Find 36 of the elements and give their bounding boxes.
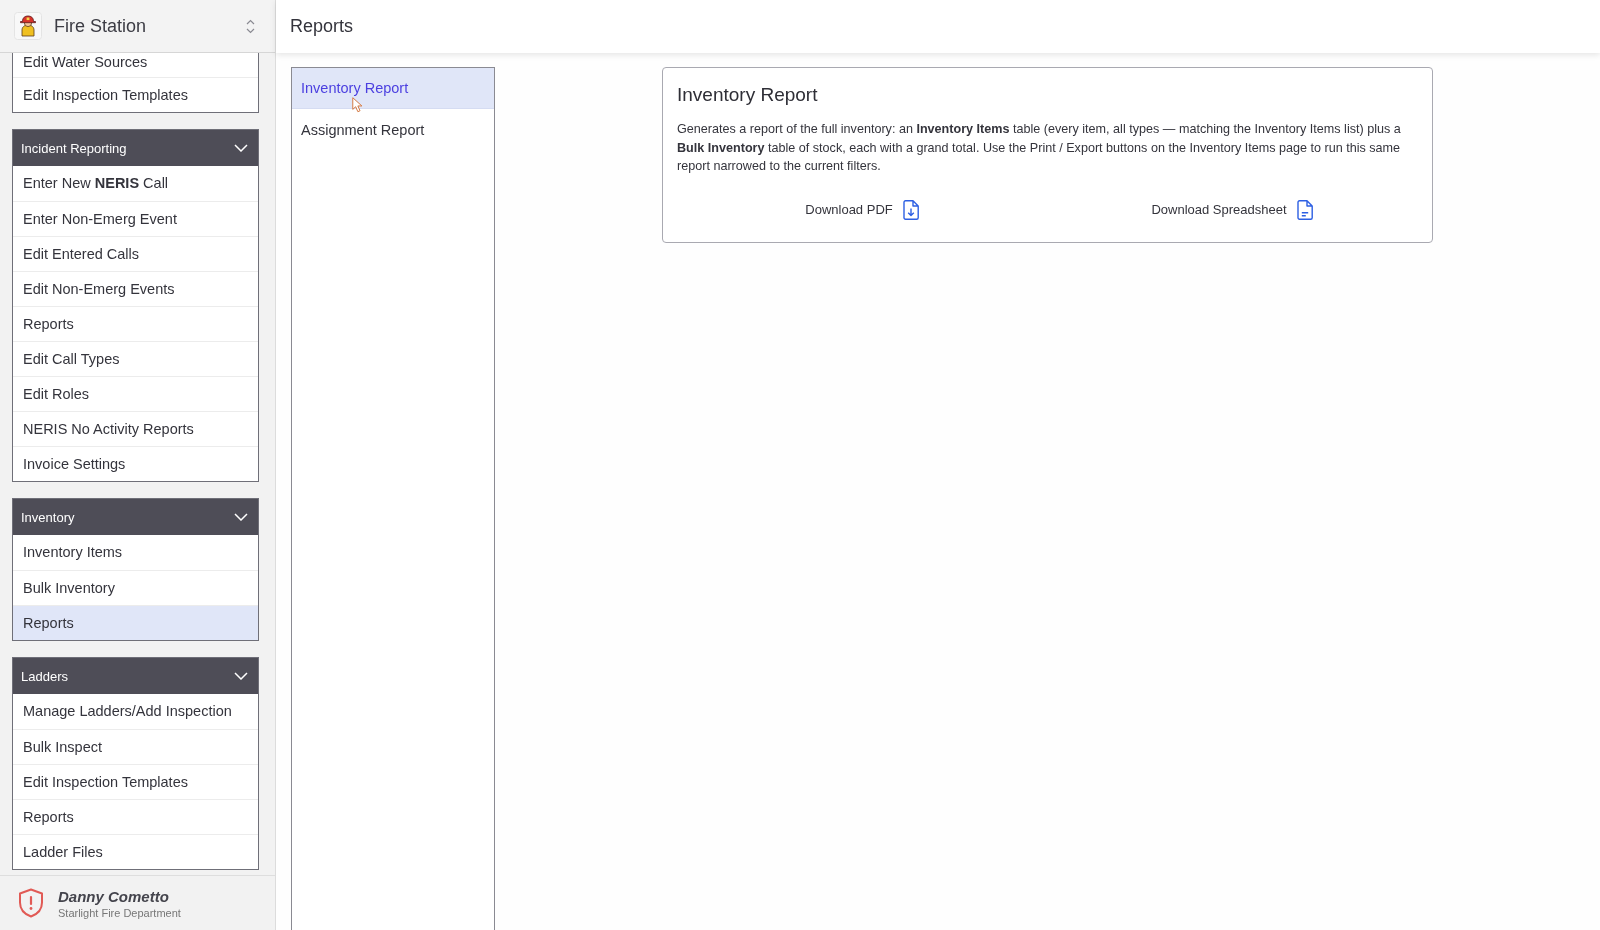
- report-description: Generates a report of the full inventory: an Inventory Items table (every item, all types — matching the Inventory Items list) plus a Bulk Inventory table of stock, each with a grand total. Use the Print / Export buttons on the Inventory Items page to run this same report narrowed to the current filters.: [677, 121, 1402, 175]
- sidebar-item[interactable]: Enter Non-Emerg Event: [13, 201, 258, 236]
- sidebar-item[interactable]: Edit Water Sources: [13, 53, 258, 77]
- organization-name: Starlight Fire Department: [58, 906, 181, 919]
- sidebar-item[interactable]: Bulk Inspect: [13, 729, 258, 764]
- sidebar-item[interactable]: Edit Roles: [13, 376, 258, 411]
- sidebar-item[interactable]: Manage Ladders/Add Inspection: [13, 694, 258, 729]
- sidebar-item[interactable]: Edit Inspection Templates: [13, 77, 258, 112]
- download-spreadsheet-link[interactable]: Download Spreadsheet: [1151, 199, 1313, 220]
- app-title: Fire Station: [54, 15, 148, 37]
- download-pdf-link[interactable]: Download PDF: [805, 199, 919, 220]
- sidebar-item[interactable]: Ladder Files: [13, 834, 258, 869]
- shield-alert-icon: [18, 888, 44, 918]
- report-title: Inventory Report: [677, 84, 819, 106]
- sidebar-item[interactable]: Edit Inspection Templates: [13, 764, 258, 799]
- sidebar-item[interactable]: Reports: [13, 306, 258, 341]
- sidebar-item[interactable]: Edit Entered Calls: [13, 236, 258, 271]
- report-list-item[interactable]: Assignment Report: [292, 109, 494, 150]
- sidebar-item[interactable]: NERIS No Activity Reports: [13, 411, 258, 446]
- file-download-icon: [902, 199, 919, 220]
- user-name: Danny Cometto: [58, 887, 170, 905]
- sidebar-item[interactable]: Reports: [13, 799, 258, 834]
- sidebar-item[interactable]: Edit Call Types: [13, 341, 258, 376]
- section-header[interactable]: Incident Reporting: [13, 130, 258, 166]
- up-down-chevron-icon[interactable]: [246, 18, 255, 34]
- section-header[interactable]: Ladders: [13, 658, 258, 694]
- sidebar-item[interactable]: Reports: [13, 605, 258, 640]
- section-header[interactable]: Inventory: [13, 499, 258, 535]
- sidebar-item[interactable]: Inventory Items: [13, 535, 258, 570]
- page-title: Reports: [290, 16, 354, 37]
- sidebar-item[interactable]: Enter New NERIS Call: [13, 166, 258, 201]
- sidebar-item[interactable]: Edit Non-Emerg Events: [13, 271, 258, 306]
- firefighter-icon: [14, 12, 42, 40]
- sidebar-item[interactable]: Invoice Settings: [13, 446, 258, 481]
- mouse-pointer-icon: [352, 97, 363, 113]
- file-text-icon: [1296, 199, 1313, 220]
